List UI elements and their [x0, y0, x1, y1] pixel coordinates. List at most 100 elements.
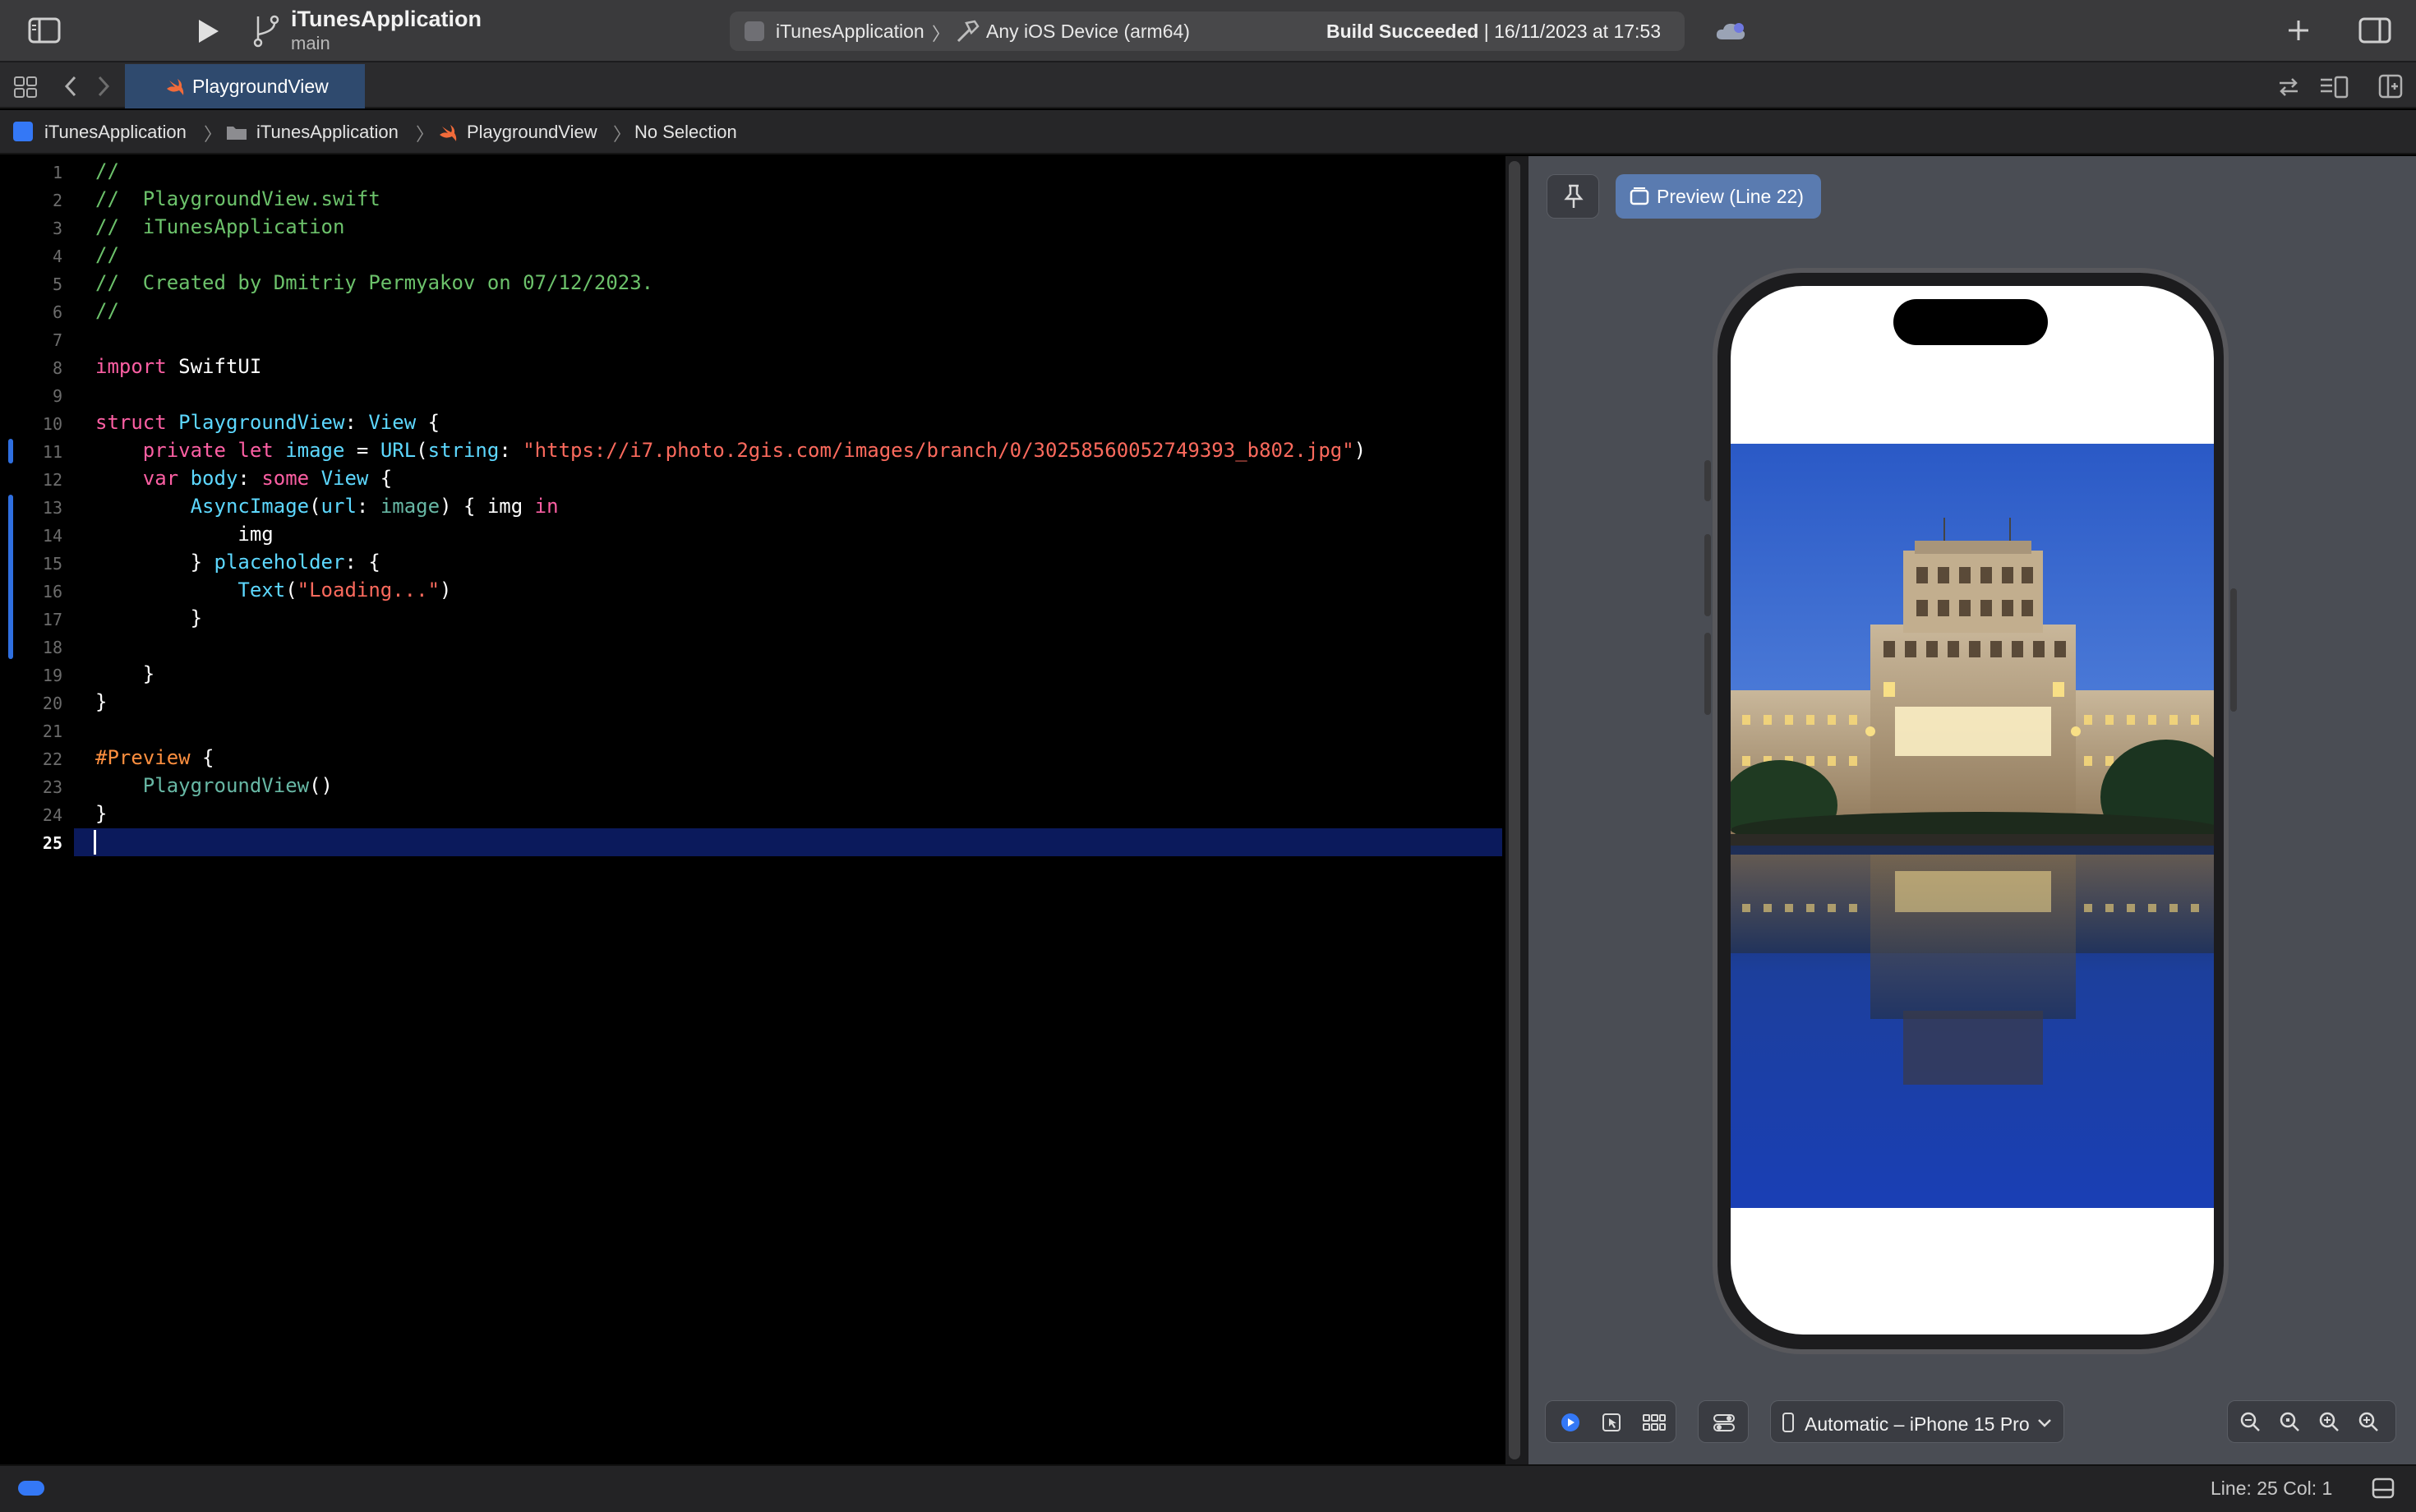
- back-chevron-icon[interactable]: [62, 74, 79, 99]
- line-number: 21: [42, 721, 62, 741]
- keyword: struct: [95, 411, 167, 434]
- scheme-selector[interactable]: iTunesApplication: [776, 21, 924, 43]
- run-icon[interactable]: [194, 16, 222, 46]
- folder-icon: [225, 123, 248, 141]
- zoom-in-icon[interactable]: [2278, 1410, 2301, 1433]
- property-declaration: image: [285, 439, 345, 462]
- swap-icon[interactable]: [2276, 76, 2301, 99]
- code-text: (: [285, 579, 297, 602]
- swift-file-icon: [437, 123, 459, 143]
- build-status-label: Build Succeeded: [1326, 21, 1479, 42]
- branch-icon[interactable]: [251, 13, 281, 48]
- grid-icon[interactable]: [13, 76, 38, 99]
- live-mode-icon[interactable]: [1560, 1412, 1581, 1433]
- code-text: : {: [344, 551, 380, 574]
- debug-area-icon[interactable]: [2372, 1477, 2395, 1499]
- property-declaration: body: [190, 467, 238, 490]
- debug-area-toggle-icon[interactable]: [18, 1481, 44, 1496]
- hammer-icon: [955, 18, 981, 44]
- pin-button[interactable]: [1547, 174, 1599, 219]
- property-reference: image: [380, 495, 440, 518]
- sidebar-toggle-icon[interactable]: [28, 16, 61, 44]
- editor-options-icon[interactable]: [2319, 76, 2349, 99]
- zoom-actual-icon[interactable]: [2357, 1410, 2380, 1433]
- breadcrumb-item-project[interactable]: iTunesApplication: [44, 122, 187, 143]
- current-line-highlight: [74, 828, 1502, 856]
- tab-label: PlaygroundView: [192, 76, 329, 97]
- function-call: PlaygroundView: [142, 774, 310, 797]
- line-number: 7: [52, 330, 62, 350]
- code-text: (): [309, 774, 333, 797]
- code-text: :: [499, 439, 523, 462]
- keyword: private let: [142, 439, 274, 462]
- code-line: AsyncImage(url: image) { img in: [95, 495, 559, 518]
- plus-icon[interactable]: [2285, 16, 2312, 44]
- code-line: private let image = URL(string: "https:/…: [95, 439, 1366, 462]
- status-bar: [0, 1464, 2416, 1512]
- code-editor[interactable]: [0, 156, 1505, 1464]
- cloud-icon[interactable]: [1714, 20, 1747, 43]
- code-line: // PlaygroundView.swift: [95, 187, 380, 210]
- inspector-toggle-icon[interactable]: [2358, 16, 2391, 44]
- cursor-position: Line: 25 Col: 1: [2211, 1477, 2333, 1499]
- zoom-fit-icon[interactable]: [2317, 1410, 2340, 1433]
- preview-icon: [1629, 186, 1650, 207]
- breadcrumb-item-file[interactable]: PlaygroundView: [467, 122, 597, 143]
- parameter-label: url: [320, 495, 357, 518]
- pin-icon: [1562, 183, 1585, 210]
- branch-name[interactable]: main: [291, 33, 330, 54]
- code-text: {: [190, 746, 214, 769]
- breadcrumb-item-selection[interactable]: No Selection: [634, 122, 737, 143]
- async-image: [1731, 444, 2214, 1208]
- device-icon: [1782, 1412, 1795, 1433]
- type-reference: URL: [380, 439, 417, 462]
- variants-icon[interactable]: [1642, 1412, 1667, 1433]
- line-number: 24: [42, 805, 62, 825]
- code-line: img: [95, 523, 274, 546]
- code-line: } placeholder: {: [95, 551, 380, 574]
- line-number: 15: [42, 554, 62, 574]
- current-line-number: 25: [42, 833, 62, 853]
- type-declaration: PlaygroundView: [166, 411, 345, 434]
- editor-scrollbar[interactable]: [1509, 161, 1520, 1459]
- line-number: 10: [42, 414, 62, 434]
- code-line: struct PlaygroundView: View {: [95, 411, 440, 434]
- line-number: 2: [52, 191, 62, 210]
- breadcrumb-item-folder[interactable]: iTunesApplication: [256, 122, 399, 143]
- keyword: some: [261, 467, 310, 490]
- code-text: }: [95, 551, 214, 574]
- parameter-label: placeholder: [214, 551, 345, 574]
- scheme-separator: 〉: [932, 24, 951, 44]
- line-number: 14: [42, 526, 62, 546]
- add-editor-icon[interactable]: [2378, 74, 2403, 99]
- code-text: =: [344, 439, 380, 462]
- line-number: 11: [42, 442, 62, 462]
- keyword: var: [142, 467, 179, 490]
- code-text: ): [440, 579, 452, 602]
- code-text: :: [344, 411, 369, 434]
- code-text: {: [416, 411, 440, 434]
- code-line: Text("Loading..."): [95, 579, 451, 602]
- device-selector-label: Automatic – iPhone 15 Pro: [1805, 1413, 2030, 1435]
- line-number: 3: [52, 219, 62, 238]
- forward-chevron-icon[interactable]: [95, 74, 112, 99]
- code-text: ) { img: [440, 495, 535, 518]
- zoom-out-icon[interactable]: [2238, 1410, 2262, 1433]
- run-destination-selector[interactable]: Any iOS Device (arm64): [986, 21, 1190, 43]
- scheme-app-icon: [745, 21, 764, 41]
- device-settings-icon: [1713, 1412, 1736, 1433]
- code-line: }: [95, 690, 108, 713]
- string-literal: "Loading...": [297, 579, 440, 602]
- selectable-mode-icon[interactable]: [1601, 1412, 1622, 1433]
- project-title[interactable]: iTunesApplication: [291, 7, 482, 32]
- type-reference: View: [320, 467, 369, 490]
- code-text: :: [237, 467, 262, 490]
- change-indicator[interactable]: [8, 495, 13, 659]
- code-line: // Created by Dmitriy Permyakov on 07/12…: [95, 271, 654, 294]
- code-text: (: [309, 495, 321, 518]
